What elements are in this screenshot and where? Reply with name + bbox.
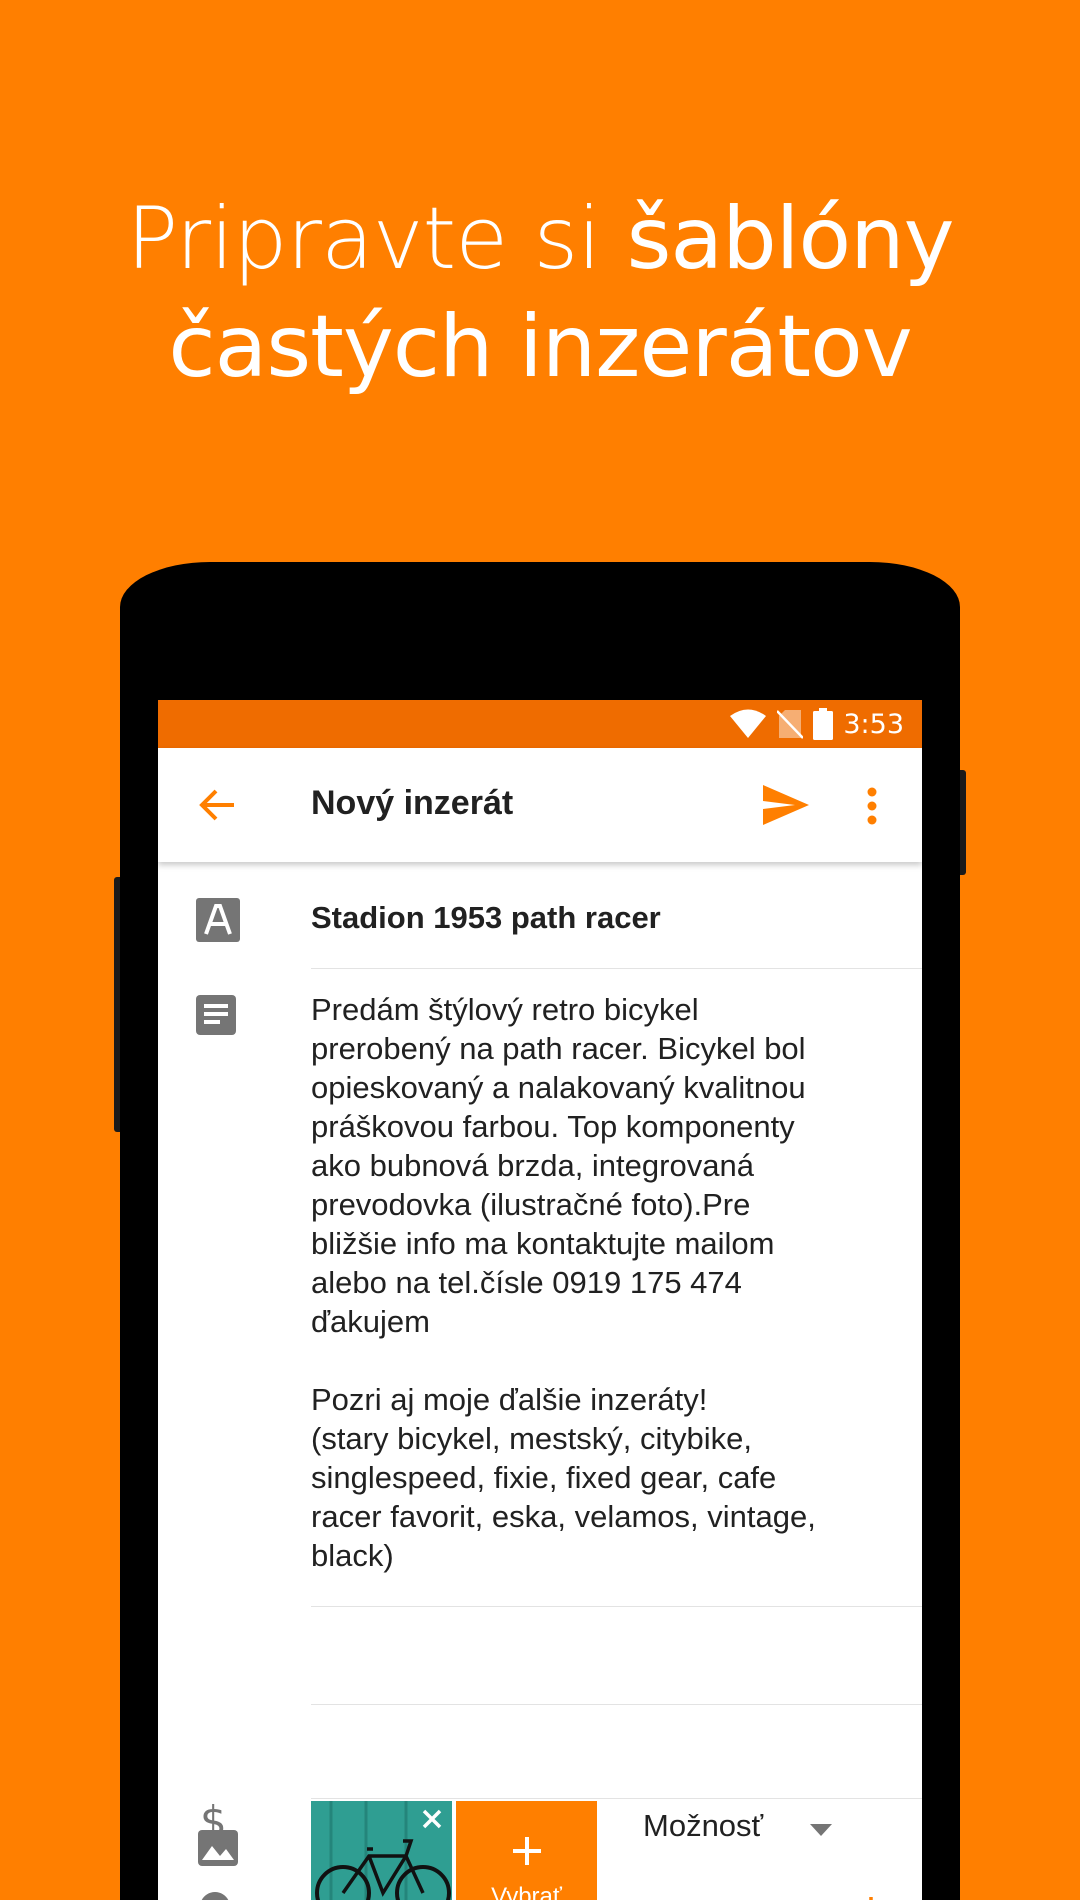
add-photo-button[interactable]: Vybrať xyxy=(456,1801,597,1900)
headline-regular-text: Pripravte si xyxy=(126,189,627,289)
price-option-label: Možnosť xyxy=(643,1808,764,1843)
divider xyxy=(311,968,922,969)
headline-line-1: Pripravte si šablóny xyxy=(0,185,1080,293)
app-bar: Nový inzerát xyxy=(158,748,922,862)
send-icon[interactable] xyxy=(762,784,810,826)
price-option-dropdown[interactable]: Možnosť xyxy=(643,1808,763,1844)
status-bar: 3:53 xyxy=(158,700,922,748)
divider xyxy=(311,1704,922,1705)
photo-thumbnail[interactable] xyxy=(311,1801,452,1900)
location-pin-icon xyxy=(200,1892,230,1900)
ad-title-field[interactable]: Stadion 1953 path racer xyxy=(311,900,922,936)
wifi-icon xyxy=(729,709,767,739)
add-photo-label: Vybrať xyxy=(491,1883,562,1900)
promo-headline: Pripravte si šablóny častých inzerátov xyxy=(0,185,1080,401)
ad-description-field[interactable]: Predám štýlový retro bicykel prerobený n… xyxy=(311,990,922,1575)
text-format-icon xyxy=(196,898,240,947)
divider xyxy=(311,1606,922,1607)
status-time: 3:53 xyxy=(843,708,904,740)
battery-icon xyxy=(813,708,834,740)
more-vert-icon[interactable] xyxy=(866,786,878,826)
remove-photo-icon[interactable] xyxy=(422,1809,442,1834)
phone-screen: 3:53 Nový inzerát Stadion 1953 path race… xyxy=(158,700,922,1900)
page-title: Nový inzerát xyxy=(311,784,514,822)
no-sim-icon xyxy=(777,709,804,739)
dropdown-arrow-icon[interactable] xyxy=(810,1823,832,1841)
image-icon xyxy=(198,1830,238,1871)
headline-bold-text: šablóny xyxy=(626,189,955,289)
plus-icon xyxy=(513,1837,541,1870)
headline-line-2: častých inzerátov xyxy=(168,297,912,397)
divider xyxy=(311,1798,922,1799)
arrow-left-icon[interactable] xyxy=(198,786,236,824)
description-icon xyxy=(196,995,236,1040)
